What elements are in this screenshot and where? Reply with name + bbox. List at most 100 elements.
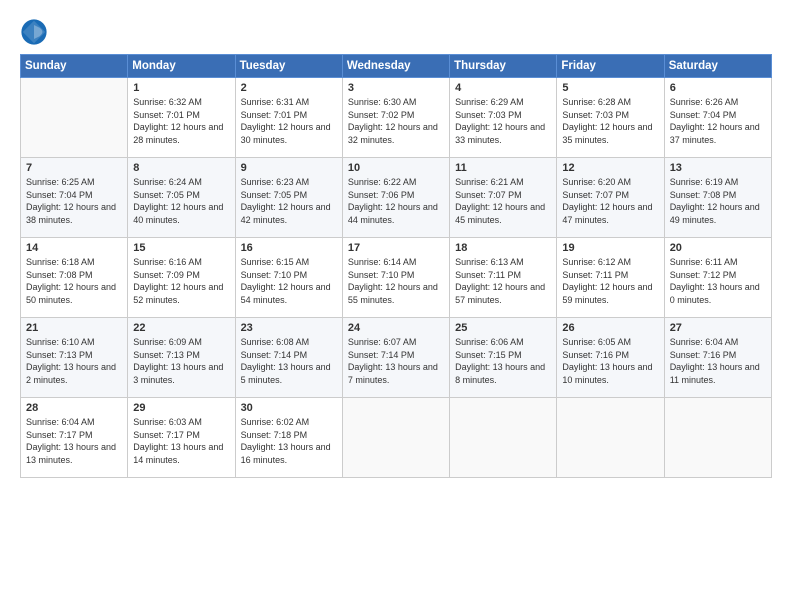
- day-number: 7: [26, 162, 122, 174]
- day-cell: 14 Sunrise: 6:18 AM Sunset: 7:08 PM Dayl…: [21, 238, 128, 318]
- week-row-5: 28 Sunrise: 6:04 AM Sunset: 7:17 PM Dayl…: [21, 398, 772, 478]
- cell-info: Sunrise: 6:32 AM Sunset: 7:01 PM Dayligh…: [133, 96, 229, 146]
- day-cell: 20 Sunrise: 6:11 AM Sunset: 7:12 PM Dayl…: [664, 238, 771, 318]
- day-number: 2: [241, 82, 337, 94]
- day-number: 16: [241, 242, 337, 254]
- day-number: 18: [455, 242, 551, 254]
- cell-info: Sunrise: 6:19 AM Sunset: 7:08 PM Dayligh…: [670, 176, 766, 226]
- week-row-2: 7 Sunrise: 6:25 AM Sunset: 7:04 PM Dayli…: [21, 158, 772, 238]
- day-cell: 12 Sunrise: 6:20 AM Sunset: 7:07 PM Dayl…: [557, 158, 664, 238]
- day-cell: 26 Sunrise: 6:05 AM Sunset: 7:16 PM Dayl…: [557, 318, 664, 398]
- day-cell: 9 Sunrise: 6:23 AM Sunset: 7:05 PM Dayli…: [235, 158, 342, 238]
- header-cell-tuesday: Tuesday: [235, 55, 342, 78]
- week-row-3: 14 Sunrise: 6:18 AM Sunset: 7:08 PM Dayl…: [21, 238, 772, 318]
- day-number: 3: [348, 82, 444, 94]
- day-number: 20: [670, 242, 766, 254]
- cell-info: Sunrise: 6:31 AM Sunset: 7:01 PM Dayligh…: [241, 96, 337, 146]
- day-cell: 24 Sunrise: 6:07 AM Sunset: 7:14 PM Dayl…: [342, 318, 449, 398]
- cell-info: Sunrise: 6:04 AM Sunset: 7:17 PM Dayligh…: [26, 416, 122, 466]
- week-row-4: 21 Sunrise: 6:10 AM Sunset: 7:13 PM Dayl…: [21, 318, 772, 398]
- day-cell: 29 Sunrise: 6:03 AM Sunset: 7:17 PM Dayl…: [128, 398, 235, 478]
- cell-info: Sunrise: 6:13 AM Sunset: 7:11 PM Dayligh…: [455, 256, 551, 306]
- day-cell: 10 Sunrise: 6:22 AM Sunset: 7:06 PM Dayl…: [342, 158, 449, 238]
- day-cell: 30 Sunrise: 6:02 AM Sunset: 7:18 PM Dayl…: [235, 398, 342, 478]
- day-cell: 17 Sunrise: 6:14 AM Sunset: 7:10 PM Dayl…: [342, 238, 449, 318]
- day-number: 24: [348, 322, 444, 334]
- day-cell: 7 Sunrise: 6:25 AM Sunset: 7:04 PM Dayli…: [21, 158, 128, 238]
- day-number: 1: [133, 82, 229, 94]
- cell-info: Sunrise: 6:05 AM Sunset: 7:16 PM Dayligh…: [562, 336, 658, 386]
- day-number: 6: [670, 82, 766, 94]
- day-cell: 25 Sunrise: 6:06 AM Sunset: 7:15 PM Dayl…: [450, 318, 557, 398]
- week-row-1: 1 Sunrise: 6:32 AM Sunset: 7:01 PM Dayli…: [21, 78, 772, 158]
- cell-info: Sunrise: 6:10 AM Sunset: 7:13 PM Dayligh…: [26, 336, 122, 386]
- cell-info: Sunrise: 6:11 AM Sunset: 7:12 PM Dayligh…: [670, 256, 766, 306]
- header-cell-thursday: Thursday: [450, 55, 557, 78]
- cell-info: Sunrise: 6:25 AM Sunset: 7:04 PM Dayligh…: [26, 176, 122, 226]
- cell-info: Sunrise: 6:23 AM Sunset: 7:05 PM Dayligh…: [241, 176, 337, 226]
- cell-info: Sunrise: 6:02 AM Sunset: 7:18 PM Dayligh…: [241, 416, 337, 466]
- day-cell: 3 Sunrise: 6:30 AM Sunset: 7:02 PM Dayli…: [342, 78, 449, 158]
- header-cell-friday: Friday: [557, 55, 664, 78]
- day-cell: 11 Sunrise: 6:21 AM Sunset: 7:07 PM Dayl…: [450, 158, 557, 238]
- day-number: 23: [241, 322, 337, 334]
- day-number: 21: [26, 322, 122, 334]
- cell-info: Sunrise: 6:03 AM Sunset: 7:17 PM Dayligh…: [133, 416, 229, 466]
- page: SundayMondayTuesdayWednesdayThursdayFrid…: [0, 0, 792, 612]
- cell-info: Sunrise: 6:18 AM Sunset: 7:08 PM Dayligh…: [26, 256, 122, 306]
- header-cell-monday: Monday: [128, 55, 235, 78]
- day-cell: 22 Sunrise: 6:09 AM Sunset: 7:13 PM Dayl…: [128, 318, 235, 398]
- day-cell: 15 Sunrise: 6:16 AM Sunset: 7:09 PM Dayl…: [128, 238, 235, 318]
- header-cell-sunday: Sunday: [21, 55, 128, 78]
- day-cell: 28 Sunrise: 6:04 AM Sunset: 7:17 PM Dayl…: [21, 398, 128, 478]
- day-cell: 1 Sunrise: 6:32 AM Sunset: 7:01 PM Dayli…: [128, 78, 235, 158]
- day-number: 27: [670, 322, 766, 334]
- day-number: 19: [562, 242, 658, 254]
- cell-info: Sunrise: 6:09 AM Sunset: 7:13 PM Dayligh…: [133, 336, 229, 386]
- cell-info: Sunrise: 6:16 AM Sunset: 7:09 PM Dayligh…: [133, 256, 229, 306]
- day-number: 15: [133, 242, 229, 254]
- day-cell: 8 Sunrise: 6:24 AM Sunset: 7:05 PM Dayli…: [128, 158, 235, 238]
- cell-info: Sunrise: 6:12 AM Sunset: 7:11 PM Dayligh…: [562, 256, 658, 306]
- cell-info: Sunrise: 6:22 AM Sunset: 7:06 PM Dayligh…: [348, 176, 444, 226]
- cell-info: Sunrise: 6:04 AM Sunset: 7:16 PM Dayligh…: [670, 336, 766, 386]
- day-cell: [342, 398, 449, 478]
- cell-info: Sunrise: 6:08 AM Sunset: 7:14 PM Dayligh…: [241, 336, 337, 386]
- day-number: 12: [562, 162, 658, 174]
- day-cell: 19 Sunrise: 6:12 AM Sunset: 7:11 PM Dayl…: [557, 238, 664, 318]
- cell-info: Sunrise: 6:06 AM Sunset: 7:15 PM Dayligh…: [455, 336, 551, 386]
- cell-info: Sunrise: 6:24 AM Sunset: 7:05 PM Dayligh…: [133, 176, 229, 226]
- day-number: 17: [348, 242, 444, 254]
- cell-info: Sunrise: 6:28 AM Sunset: 7:03 PM Dayligh…: [562, 96, 658, 146]
- day-cell: 5 Sunrise: 6:28 AM Sunset: 7:03 PM Dayli…: [557, 78, 664, 158]
- day-cell: 13 Sunrise: 6:19 AM Sunset: 7:08 PM Dayl…: [664, 158, 771, 238]
- cell-info: Sunrise: 6:21 AM Sunset: 7:07 PM Dayligh…: [455, 176, 551, 226]
- day-number: 28: [26, 402, 122, 414]
- day-number: 26: [562, 322, 658, 334]
- day-number: 5: [562, 82, 658, 94]
- day-number: 25: [455, 322, 551, 334]
- day-cell: 4 Sunrise: 6:29 AM Sunset: 7:03 PM Dayli…: [450, 78, 557, 158]
- day-cell: 18 Sunrise: 6:13 AM Sunset: 7:11 PM Dayl…: [450, 238, 557, 318]
- calendar-header-row: SundayMondayTuesdayWednesdayThursdayFrid…: [21, 55, 772, 78]
- cell-info: Sunrise: 6:26 AM Sunset: 7:04 PM Dayligh…: [670, 96, 766, 146]
- day-number: 4: [455, 82, 551, 94]
- day-number: 13: [670, 162, 766, 174]
- cell-info: Sunrise: 6:29 AM Sunset: 7:03 PM Dayligh…: [455, 96, 551, 146]
- cell-info: Sunrise: 6:30 AM Sunset: 7:02 PM Dayligh…: [348, 96, 444, 146]
- day-cell: 2 Sunrise: 6:31 AM Sunset: 7:01 PM Dayli…: [235, 78, 342, 158]
- day-cell: [664, 398, 771, 478]
- day-cell: 16 Sunrise: 6:15 AM Sunset: 7:10 PM Dayl…: [235, 238, 342, 318]
- day-number: 9: [241, 162, 337, 174]
- cell-info: Sunrise: 6:07 AM Sunset: 7:14 PM Dayligh…: [348, 336, 444, 386]
- day-cell: 6 Sunrise: 6:26 AM Sunset: 7:04 PM Dayli…: [664, 78, 771, 158]
- header: [20, 18, 772, 46]
- day-cell: 21 Sunrise: 6:10 AM Sunset: 7:13 PM Dayl…: [21, 318, 128, 398]
- header-cell-saturday: Saturday: [664, 55, 771, 78]
- cell-info: Sunrise: 6:15 AM Sunset: 7:10 PM Dayligh…: [241, 256, 337, 306]
- day-cell: 23 Sunrise: 6:08 AM Sunset: 7:14 PM Dayl…: [235, 318, 342, 398]
- day-number: 10: [348, 162, 444, 174]
- logo-icon: [20, 18, 48, 46]
- cell-info: Sunrise: 6:14 AM Sunset: 7:10 PM Dayligh…: [348, 256, 444, 306]
- day-cell: [557, 398, 664, 478]
